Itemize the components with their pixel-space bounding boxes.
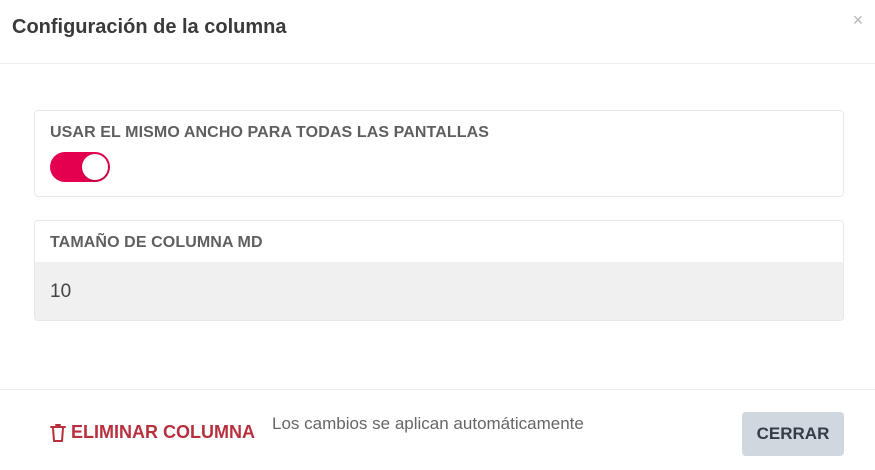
column-size-value: 10 — [50, 281, 72, 302]
column-size-input[interactable]: 10 — [35, 262, 843, 320]
modal-title: Configuración de la columna — [12, 16, 287, 38]
same-width-field: USAR EL MISMO ANCHO PARA TODAS LAS PANTA… — [34, 110, 844, 197]
close-button[interactable]: CERRAR — [742, 412, 844, 456]
delete-column-button[interactable]: ELIMINAR COLUMNA — [50, 422, 255, 443]
column-size-field: TAMAÑO DE COLUMNA MD 10 — [34, 220, 844, 321]
column-size-label: TAMAÑO DE COLUMNA MD — [50, 234, 263, 251]
trash-icon — [50, 423, 66, 442]
modal-footer: ELIMINAR COLUMNA Los cambios se aplican … — [0, 389, 875, 470]
close-icon[interactable]: × — [848, 10, 868, 30]
modal-body: USAR EL MISMO ANCHO PARA TODAS LAS PANTA… — [0, 64, 875, 389]
toggle-knob — [82, 154, 108, 180]
same-width-label: USAR EL MISMO ANCHO PARA TODAS LAS PANTA… — [50, 124, 490, 141]
autosave-note: Los cambios se aplican automáticamente — [272, 414, 584, 433]
modal-header: Configuración de la columna × — [0, 0, 875, 64]
same-width-toggle[interactable] — [50, 152, 110, 182]
column-settings-modal: Configuración de la columna × USAR EL MI… — [0, 0, 875, 470]
delete-column-label: ELIMINAR COLUMNA — [71, 422, 255, 442]
